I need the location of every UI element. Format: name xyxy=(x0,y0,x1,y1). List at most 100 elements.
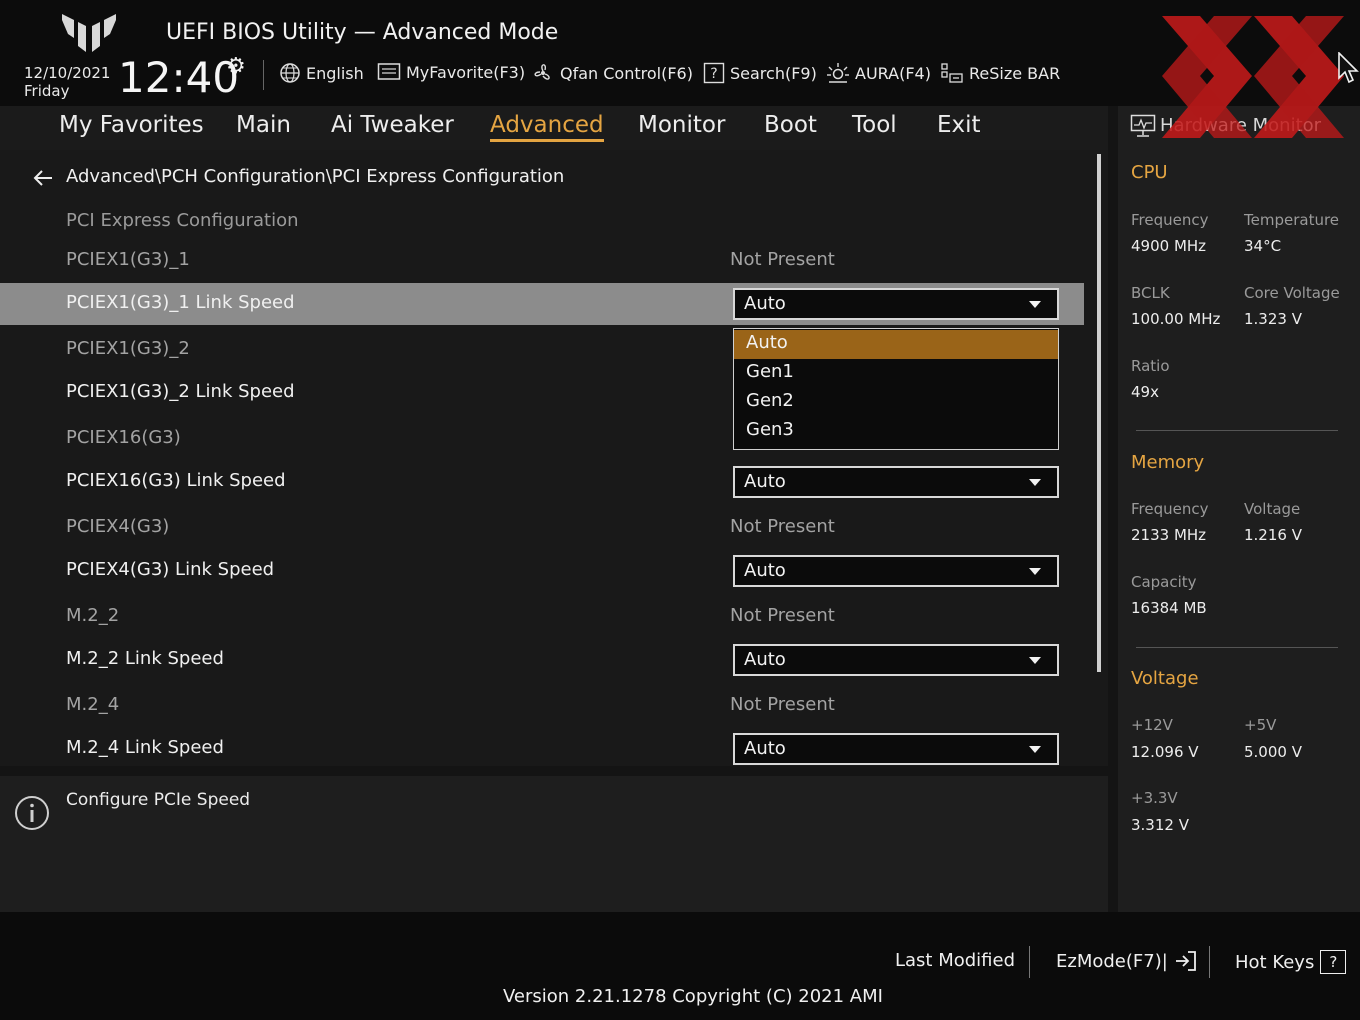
resizebar-button[interactable]: ReSize BAR xyxy=(940,62,1060,84)
back-arrow-icon[interactable] xyxy=(32,168,54,188)
tab-my-favorites[interactable]: My Favorites xyxy=(59,112,204,138)
core-voltage-label: Core Voltage xyxy=(1244,284,1340,302)
pciex1-1-link-speed-select[interactable]: Auto xyxy=(733,288,1059,320)
tab-boot[interactable]: Boot xyxy=(764,112,817,138)
m2-4-link-speed-select[interactable]: Auto xyxy=(733,733,1059,765)
globe-icon xyxy=(280,63,300,83)
row-label-m2-4: M.2_4 xyxy=(66,694,120,715)
cpu-temperature-value: 34°C xyxy=(1244,237,1282,255)
footer-separator xyxy=(1209,946,1210,978)
row-label-pciex4-link-speed[interactable]: PCIEX4(G3) Link Speed xyxy=(66,559,274,580)
memory-voltage-label: Voltage xyxy=(1244,500,1301,518)
v12-value: 12.096 V xyxy=(1131,743,1199,761)
option-label: Auto xyxy=(746,332,788,353)
qfan-button[interactable]: Qfan Control(F6) xyxy=(531,62,693,84)
version-text: Version 2.21.1278 Copyright (C) 2021 AMI xyxy=(503,986,883,1007)
aura-button[interactable]: AURA(F4) xyxy=(826,62,931,84)
resizebar-label: ReSize BAR xyxy=(969,63,1061,83)
row-label-pciex1-2: PCIEX1(G3)_2 xyxy=(66,338,190,359)
qfan-label: Qfan Control(F6) xyxy=(560,63,693,83)
myfavorite-label: MyFavorite(F3) xyxy=(406,62,526,82)
search-help-icon: ? xyxy=(703,62,725,84)
app-title: UEFI BIOS Utility — Advanced Mode xyxy=(166,20,559,45)
option-gen2[interactable]: Gen2 xyxy=(734,388,1058,417)
bclk-value: 100.00 MHz xyxy=(1131,310,1221,328)
help-text: Configure PCIe Speed xyxy=(66,790,251,810)
ezmode-button[interactable]: EzMode(F7)| xyxy=(1056,950,1198,972)
last-modified-label: Last Modified xyxy=(895,950,1016,971)
row-label-pciex16-link-speed[interactable]: PCIEX16(G3) Link Speed xyxy=(66,470,286,491)
row-label-pciex1-1-link-speed[interactable]: PCIEX1(G3)_1 Link Speed xyxy=(66,292,295,313)
aura-light-icon xyxy=(827,63,849,83)
option-gen3[interactable]: Gen3 xyxy=(734,417,1058,446)
v33-value: 3.312 V xyxy=(1131,816,1189,834)
core-voltage-value: 1.323 V xyxy=(1244,310,1302,328)
cpu-temperature-label: Temperature xyxy=(1244,211,1340,229)
tab-main[interactable]: Main xyxy=(236,112,291,138)
capacity-value: 16384 MB xyxy=(1131,599,1207,617)
monitor-icon xyxy=(1130,114,1156,137)
pciex4-link-speed-select[interactable]: Auto xyxy=(733,555,1059,587)
capacity-label: Capacity xyxy=(1131,573,1197,591)
option-auto[interactable]: Auto xyxy=(734,330,1058,359)
aura-label: AURA(F4) xyxy=(855,63,931,83)
m2-2-link-speed-select[interactable]: Auto xyxy=(733,644,1059,676)
option-label: Gen3 xyxy=(746,419,794,440)
language-button[interactable]: English xyxy=(279,62,364,84)
clipped-row-container: Auto xyxy=(0,733,1108,766)
date-display: 12/10/2021 Friday xyxy=(24,64,110,100)
memory-frequency-value: 2133 MHz xyxy=(1131,526,1207,544)
v12-label: +12V xyxy=(1131,716,1173,734)
ratio-label: Ratio xyxy=(1131,357,1170,375)
mouse-cursor-icon xyxy=(1338,52,1359,84)
tab-tool[interactable]: Tool xyxy=(852,112,897,138)
row-label-pciex1-1: PCIEX1(G3)_1 xyxy=(66,249,190,270)
caret-down-icon xyxy=(1029,657,1041,664)
row-label-m2-2-link-speed[interactable]: M.2_2 Link Speed xyxy=(66,648,224,669)
exit-arrow-icon xyxy=(1175,951,1196,971)
caret-down-icon xyxy=(1029,568,1041,575)
hotkeys-button[interactable]: Hot Keys ? xyxy=(1235,950,1347,974)
date-text: 12/10/2021 xyxy=(24,64,111,82)
row-value-m2-2: Not Present xyxy=(730,605,835,626)
section-title: PCI Express Configuration xyxy=(66,210,299,231)
favorite-list-icon xyxy=(377,63,401,80)
fan-icon xyxy=(534,64,550,80)
row-value-pciex4: Not Present xyxy=(730,516,835,537)
option-gen1[interactable]: Gen1 xyxy=(734,359,1058,388)
tab-ai-tweaker[interactable]: Ai Tweaker xyxy=(331,112,454,138)
tab-advanced[interactable]: Advanced xyxy=(490,112,604,142)
row-label-pciex1-2-link-speed[interactable]: PCIEX1(G3)_2 Link Speed xyxy=(66,381,295,402)
memory-heading: Memory xyxy=(1131,452,1205,473)
ezmode-label: EzMode(F7)| xyxy=(1056,950,1168,972)
xx-watermark-icon xyxy=(1162,16,1344,138)
row-value-m2-4: Not Present xyxy=(730,694,835,715)
gear-icon[interactable]: ⚙ xyxy=(226,54,246,79)
row-label-pciex16: PCIEX16(G3) xyxy=(66,427,181,448)
myfavorite-button[interactable]: MyFavorite(F3) xyxy=(377,62,525,82)
search-button[interactable]: ? Search(F9) xyxy=(703,62,817,84)
help-box-icon: ? xyxy=(1320,950,1347,974)
memory-voltage-value: 1.216 V xyxy=(1244,526,1302,544)
search-label: Search(F9) xyxy=(730,63,817,83)
hw-divider xyxy=(1136,647,1338,648)
scrollbar[interactable] xyxy=(1097,154,1101,672)
cpu-heading: CPU xyxy=(1131,162,1168,183)
tab-monitor[interactable]: Monitor xyxy=(638,112,725,138)
bclk-label: BCLK xyxy=(1131,284,1170,302)
select-value: Auto xyxy=(744,649,786,670)
tuf-logo-icon xyxy=(62,14,116,52)
hw-divider xyxy=(1136,430,1338,431)
select-value: Auto xyxy=(744,471,786,492)
header-separator xyxy=(263,60,264,90)
caret-down-icon xyxy=(1029,301,1041,308)
tab-exit[interactable]: Exit xyxy=(937,112,981,138)
row-label-pciex4: PCIEX4(G3) xyxy=(66,516,170,537)
last-modified-button[interactable]: Last Modified xyxy=(895,950,1015,971)
select-value: Auto xyxy=(744,738,786,759)
pciex16-link-speed-select[interactable]: Auto xyxy=(733,466,1059,498)
select-value: Auto xyxy=(744,293,786,314)
voltage-heading: Voltage xyxy=(1131,668,1199,689)
cpu-frequency-label: Frequency xyxy=(1131,211,1209,229)
link-speed-options-list: Auto Gen1 Gen2 Gen3 xyxy=(733,328,1059,450)
